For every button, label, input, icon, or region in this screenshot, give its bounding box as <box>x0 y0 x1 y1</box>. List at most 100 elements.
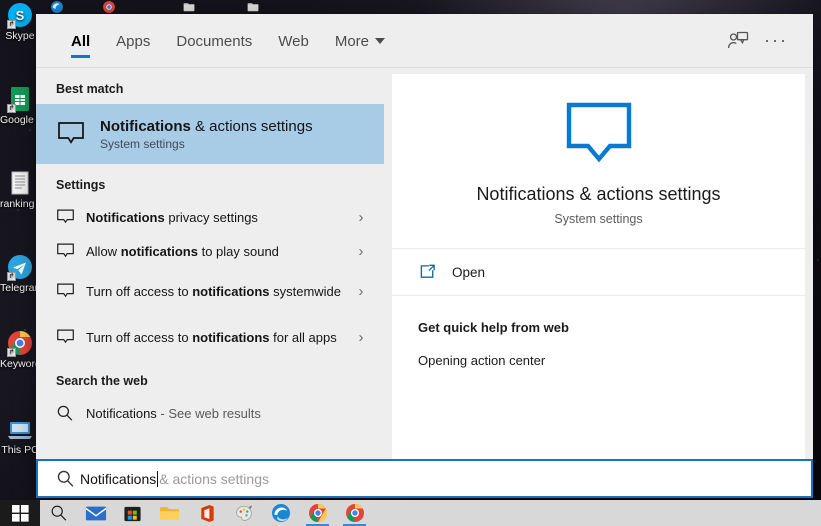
label-pre: Allow <box>86 243 121 259</box>
list-item[interactable]: Turn off access to notifications for all… <box>36 314 384 360</box>
notification-bubble-icon <box>56 120 100 148</box>
tab-documents[interactable]: Documents <box>163 16 265 66</box>
desktop-icon-edge-partial[interactable] <box>44 0 70 14</box>
label-post: privacy settings <box>164 209 258 225</box>
svg-text:S: S <box>16 8 25 23</box>
list-item-label: Allow notifications to play sound <box>86 243 350 260</box>
search-web-heading: Search the web <box>56 374 148 388</box>
chevron-right-icon: › <box>358 242 364 260</box>
desktop-icon-label: Keyword Chrome <box>0 358 40 370</box>
desktop-icon-this-pc[interactable]: This PC <box>0 416 40 456</box>
desktop-icon-label: ranking code <box>0 198 40 210</box>
best-match-result[interactable]: Notifications & actions settings System … <box>36 104 384 164</box>
search-typed-text: Notifications <box>80 470 157 487</box>
more-options-icon[interactable]: ··· <box>757 22 795 60</box>
microsoft-store-icon <box>124 506 141 521</box>
edge-icon <box>271 504 290 522</box>
chevron-right-icon: › <box>358 208 364 226</box>
list-item[interactable]: Turn off access to notifications systemw… <box>36 268 384 314</box>
best-match-title-bold: Notifications <box>100 117 191 135</box>
preview-hero: Notifications & actions settings System … <box>392 74 805 249</box>
tab-label: Web <box>278 32 309 50</box>
paint-icon <box>235 505 252 521</box>
google-sheets-icon: ↱ <box>7 86 33 113</box>
taskbar-edge[interactable] <box>262 500 299 526</box>
tab-label: More <box>334 32 370 50</box>
notification-bubble-icon <box>56 282 86 300</box>
desktop-icon-chrome-partial[interactable] <box>96 0 122 14</box>
shortcut-arrow-icon: ↱ <box>7 272 16 281</box>
taskbar-paint[interactable] <box>225 500 262 526</box>
desktop-icon-folder-partial[interactable] <box>176 0 202 14</box>
taskbar-search-button[interactable] <box>40 500 77 526</box>
notification-bubble-icon-large <box>566 102 632 164</box>
taskbar-mail[interactable] <box>77 500 114 526</box>
notification-bubble-icon <box>56 208 86 226</box>
taskbar-office[interactable] <box>188 500 225 526</box>
label-pre: Turn off access to <box>86 329 193 345</box>
skype-icon: S ↱ <box>7 2 33 29</box>
taskbar-file-explorer[interactable] <box>151 500 188 526</box>
chrome-icon <box>308 504 327 522</box>
tab-apps[interactable]: Apps <box>103 16 163 66</box>
preview-pane: Notifications & actions settings System … <box>384 68 813 498</box>
taskbar-chrome-canary[interactable] <box>336 500 373 526</box>
search-input-text[interactable]: Notifications & actions settings <box>80 470 269 487</box>
chevron-right-icon: › <box>358 282 364 300</box>
desktop-icon-google-sheets[interactable]: ↱ Google Sheets <box>0 86 40 126</box>
label-bold: Notifications <box>86 209 165 225</box>
best-match-title-rest: & actions settings <box>190 117 313 135</box>
feedback-icon[interactable] <box>719 22 757 60</box>
desktop-icon-label: Skype <box>5 30 35 42</box>
open-action-row[interactable]: Open <box>392 249 805 296</box>
notification-bubble-icon <box>56 242 86 260</box>
start-button[interactable] <box>0 500 40 526</box>
tab-label: Apps <box>116 32 151 50</box>
desktop-icon-folder2-partial[interactable] <box>240 0 266 14</box>
open-external-icon <box>418 263 452 281</box>
tab-label: Documents <box>176 32 253 50</box>
label-pre: Turn off access to <box>86 283 193 299</box>
taskbar-store[interactable] <box>114 500 151 526</box>
chevron-right-icon: › <box>358 328 364 346</box>
taskbar-chrome[interactable] <box>299 500 336 526</box>
list-item[interactable]: Notifications privacy settings › <box>36 200 384 234</box>
quick-help-title: Get quick help from web <box>418 320 569 335</box>
more-options-dots: ··· <box>764 30 788 50</box>
label-post: systemwide <box>269 283 342 299</box>
tab-more[interactable]: More <box>322 16 398 66</box>
text-cursor <box>157 470 159 487</box>
web-result-query: Notifications <box>86 405 157 421</box>
desktop-icon-skype[interactable]: S ↱ Skype <box>0 2 40 42</box>
label-bold: notifications <box>192 329 270 345</box>
search-icon <box>51 505 66 521</box>
web-result-suffix: - See web results <box>156 405 261 421</box>
label-bold: notifications <box>120 243 198 259</box>
chrome-icon <box>345 504 364 522</box>
desktop-icon-ranking-code[interactable]: ranking code <box>0 170 40 210</box>
best-match-text: Notifications & actions settings System … <box>100 117 372 152</box>
search-results-pane: Best match Notifications & actions setti… <box>36 68 384 498</box>
tab-web[interactable]: Web <box>265 16 322 66</box>
folder-icon <box>159 507 179 520</box>
search-icon <box>50 469 80 488</box>
tab-label: All <box>71 32 91 50</box>
office-icon <box>200 504 214 522</box>
desktop-icon-column: S ↱ Skype ↱ Google Sheets ranking code ↱… <box>0 0 259 500</box>
web-result-label: Notifications - See web results <box>86 405 372 422</box>
list-item[interactable]: Allow notifications to play sound › <box>36 234 384 268</box>
shortcut-arrow-icon: ↱ <box>7 20 16 29</box>
label-post: for all apps <box>269 329 337 345</box>
desktop-icon-keyword-chrome[interactable]: ↱ Keyword Chrome <box>0 330 40 370</box>
open-label: Open <box>452 264 486 280</box>
shortcut-arrow-icon: ↱ <box>7 348 16 357</box>
quick-help-link[interactable]: Opening action center <box>418 353 805 368</box>
list-item-label: Turn off access to notifications systemw… <box>86 283 350 300</box>
preview-card: Notifications & actions settings System … <box>392 74 805 490</box>
list-item-label: Turn off access to notifications for all… <box>86 329 350 346</box>
tab-all[interactable]: All <box>58 16 103 66</box>
chrome-icon: ↱ <box>7 330 33 357</box>
web-result-item[interactable]: Notifications - See web results <box>36 396 384 430</box>
desktop-icon-telegram[interactable]: ↱ Telegram <box>0 254 40 294</box>
search-input-bar[interactable]: Notifications & actions settings <box>36 459 813 498</box>
